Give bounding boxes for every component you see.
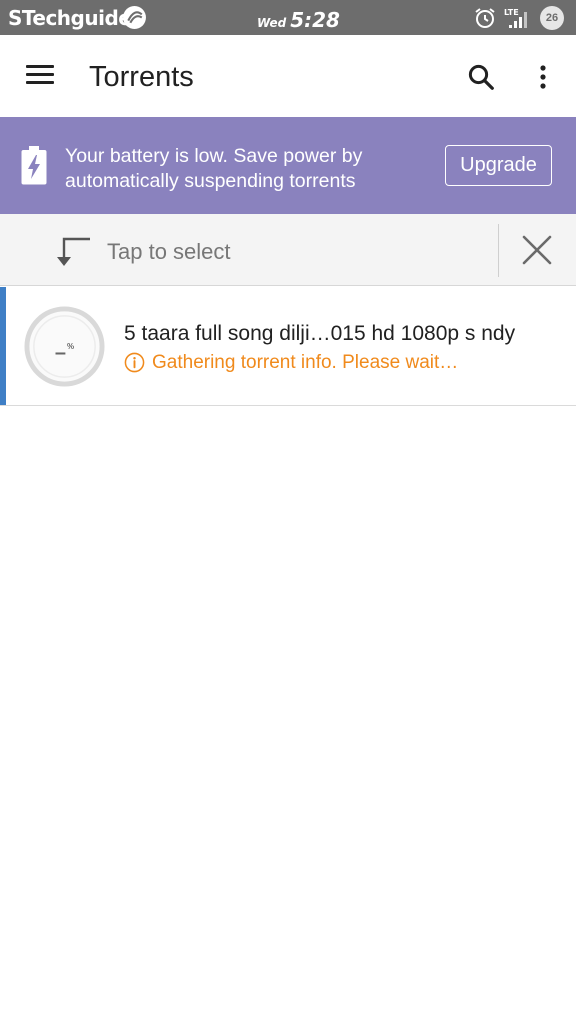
status-bar-day: Wed bbox=[257, 16, 287, 30]
tap-to-select-label[interactable]: Tap to select bbox=[107, 239, 231, 265]
progress-value: – bbox=[54, 342, 66, 364]
app-bar: Torrents bbox=[0, 35, 576, 117]
banner-message: Your battery is low. Save power by autom… bbox=[65, 145, 363, 192]
more-vert-icon[interactable] bbox=[532, 62, 554, 92]
selection-bar: Tap to select bbox=[0, 214, 576, 286]
close-icon[interactable] bbox=[520, 233, 554, 267]
status-bar: STechguide Wed 5:28 LTE 26 bbox=[0, 0, 576, 35]
menu-button[interactable] bbox=[26, 63, 56, 87]
selection-divider bbox=[498, 224, 499, 277]
network-type-label: LTE bbox=[504, 8, 519, 17]
status-bar-clock: Wed 5:28 bbox=[257, 8, 340, 32]
info-icon bbox=[124, 352, 145, 373]
battery-level-badge: 26 bbox=[540, 6, 564, 30]
select-arrow-icon[interactable] bbox=[54, 236, 94, 268]
brand-logo-icon bbox=[123, 6, 146, 29]
status-bar-time: 5:28 bbox=[290, 8, 340, 32]
torrent-list-item[interactable]: –% 5 taara full song dilji…015 hd 1080p … bbox=[0, 287, 576, 406]
battery-charging-icon bbox=[21, 146, 47, 185]
torrent-status-accent bbox=[0, 287, 6, 405]
torrent-status: Gathering torrent info. Please wait… bbox=[152, 352, 459, 373]
search-icon[interactable] bbox=[466, 62, 496, 92]
menu-icon bbox=[26, 65, 54, 68]
page-title: Torrents bbox=[89, 61, 194, 93]
signal-icon: LTE bbox=[504, 8, 527, 28]
upgrade-button[interactable]: Upgrade bbox=[445, 145, 552, 186]
alarm-icon bbox=[475, 8, 495, 28]
torrent-name: 5 taara full song dilji…015 hd 1080p s n… bbox=[124, 322, 516, 345]
menu-icon-bar bbox=[26, 81, 54, 84]
progress-unit: % bbox=[67, 342, 75, 351]
progress-label: –% bbox=[23, 305, 106, 388]
battery-low-banner: Your battery is low. Save power by autom… bbox=[0, 117, 576, 214]
status-bar-brand: STechguide bbox=[8, 6, 132, 30]
menu-icon-bar bbox=[26, 73, 54, 76]
